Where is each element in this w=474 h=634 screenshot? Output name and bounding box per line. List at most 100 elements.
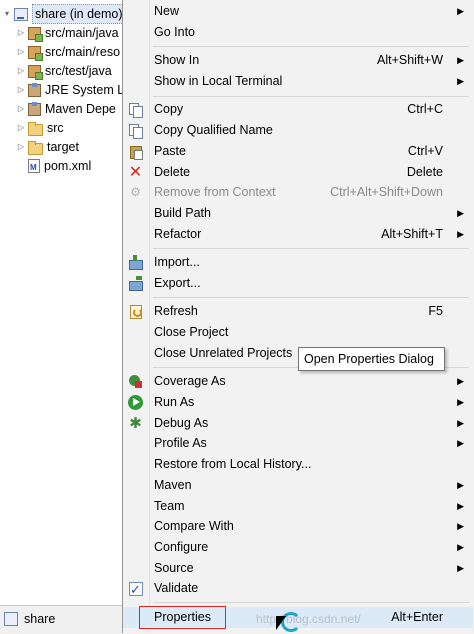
xml-file-icon xyxy=(28,159,40,177)
menu-item-label: Import... xyxy=(154,255,200,269)
menu-item-coverage-as[interactable]: Coverage As ▶ xyxy=(123,371,473,392)
expand-arrow-icon[interactable]: ▷ xyxy=(16,24,26,42)
expand-arrow-icon[interactable]: ▷ xyxy=(16,81,26,99)
delete-icon: ✕ xyxy=(128,164,143,181)
menu-item-label: Show in Local Terminal xyxy=(154,74,283,88)
menu-item-label: Refactor xyxy=(154,227,202,241)
menu-item-validate[interactable]: Validate xyxy=(123,578,473,600)
menu-item-new[interactable]: New ▶ xyxy=(123,1,473,22)
menu-item-copy[interactable]: Copy Ctrl+C xyxy=(123,99,473,120)
menu-item-label: Copy xyxy=(154,102,184,116)
submenu-arrow-icon: ▶ xyxy=(457,376,464,386)
tree-item-label: src xyxy=(47,121,64,135)
menu-item-debug-as[interactable]: ✱ Debug As ▶ xyxy=(123,413,473,434)
tree-item-label: share (in demo) xyxy=(32,4,122,24)
status-selection-label: share xyxy=(24,612,56,626)
menu-item-label: Team xyxy=(154,499,185,513)
menu-item-copy-qualified-name[interactable]: Copy Qualified Name xyxy=(123,120,473,141)
copy-qualified-name-icon xyxy=(128,123,143,139)
menu-item-build-path[interactable]: Build Path ▶ xyxy=(123,203,473,224)
menu-item-label: Source xyxy=(154,561,194,575)
import-icon xyxy=(128,255,143,270)
expand-arrow-icon[interactable]: ▷ xyxy=(16,62,26,80)
menu-item-refresh[interactable]: Refresh F5 xyxy=(123,301,473,322)
menu-item-refactor[interactable]: Refactor Alt+Shift+T ▶ xyxy=(123,224,473,245)
menu-item-close-project[interactable]: Close Project xyxy=(123,322,473,343)
menu-item-show-in[interactable]: Show In Alt+Shift+W ▶ xyxy=(123,50,473,71)
project-explorer: ▾ share (in demo) ▷ src/main/java ▷ src/… xyxy=(0,0,122,605)
expand-arrow-icon[interactable]: ▷ xyxy=(16,43,26,61)
menu-item-maven[interactable]: Maven ▶ xyxy=(123,475,473,496)
tree-item-jre-system-library[interactable]: ▷ JRE System L xyxy=(16,81,122,99)
menu-item-label: Export... xyxy=(154,276,201,290)
menu-item-label: Profile As xyxy=(154,436,207,450)
submenu-arrow-icon: ▶ xyxy=(457,501,464,511)
menu-item-shortcut: Alt+Enter xyxy=(391,610,443,624)
menu-item-team[interactable]: Team ▶ xyxy=(123,496,473,517)
menu-item-shortcut: Delete xyxy=(406,165,443,179)
menu-item-paste[interactable]: Paste Ctrl+V xyxy=(123,141,473,162)
menu-item-label: Close Project xyxy=(154,325,229,339)
library-icon xyxy=(28,101,41,116)
source-folder-icon xyxy=(28,26,43,42)
menu-separator xyxy=(153,96,469,97)
menu-item-compare-with[interactable]: Compare With ▶ xyxy=(123,516,473,537)
menu-item-source[interactable]: Source ▶ xyxy=(123,558,473,579)
submenu-arrow-icon: ▶ xyxy=(457,397,464,407)
expand-arrow-icon[interactable]: ▷ xyxy=(16,119,26,137)
folder-icon xyxy=(28,141,43,155)
menu-item-label: Close Unrelated Projects xyxy=(154,346,293,360)
maven-project-icon xyxy=(4,612,18,626)
remove-context-icon: ⚙ xyxy=(130,185,141,199)
menu-item-configure[interactable]: Configure ▶ xyxy=(123,537,473,558)
tree-item-label: pom.xml xyxy=(44,159,92,173)
context-menu: New ▶ Go Into Show In Alt+Shift+W ▶ Show… xyxy=(122,0,474,633)
menu-item-run-as[interactable]: Run As ▶ xyxy=(123,392,473,413)
menu-item-show-in-local-terminal[interactable]: Show in Local Terminal ▶ xyxy=(123,71,473,92)
submenu-arrow-icon: ▶ xyxy=(457,55,464,65)
maven-project-icon xyxy=(14,7,28,21)
coverage-icon xyxy=(128,374,143,389)
menu-item-label: Copy Qualified Name xyxy=(154,123,273,137)
tree-item-src[interactable]: ▷ src xyxy=(16,119,64,137)
menu-item-label: Properties xyxy=(139,606,226,629)
submenu-arrow-icon: ▶ xyxy=(457,229,464,239)
tree-item-share-project[interactable]: ▾ share (in demo) xyxy=(2,4,122,24)
tree-item-label: src/main/reso xyxy=(45,45,121,59)
submenu-arrow-icon: ▶ xyxy=(457,521,464,531)
menu-item-label: Validate xyxy=(154,581,199,595)
tree-item-label: Maven Depe xyxy=(45,102,116,116)
menu-item-import[interactable]: Import... xyxy=(123,252,473,273)
menu-item-label: Remove from Context xyxy=(154,185,276,199)
submenu-arrow-icon: ▶ xyxy=(457,76,464,86)
tree-item-target[interactable]: ▷ target xyxy=(16,138,79,156)
menu-item-label: Maven xyxy=(154,478,192,492)
expand-arrow-icon[interactable]: ▷ xyxy=(16,138,26,156)
tree-item-label: target xyxy=(47,140,79,154)
collapse-arrow-icon[interactable]: ▾ xyxy=(2,5,12,23)
menu-item-shortcut: Ctrl+V xyxy=(407,144,443,158)
tree-item-maven-dependencies[interactable]: ▷ Maven Depe xyxy=(16,100,116,118)
menu-item-go-into[interactable]: Go Into xyxy=(123,22,473,43)
status-selection: share xyxy=(4,612,55,626)
source-folder-icon xyxy=(28,64,43,80)
menu-item-label: Debug As xyxy=(154,416,209,430)
menu-item-shortcut: Alt+Shift+W xyxy=(377,53,443,67)
menu-item-export[interactable]: Export... xyxy=(123,273,473,294)
tree-item-pom-xml[interactable]: pom.xml xyxy=(16,157,92,177)
menu-item-label: New xyxy=(154,4,180,18)
submenu-arrow-icon: ▶ xyxy=(457,418,464,428)
tree-item-label: JRE System L xyxy=(45,83,122,97)
tree-item-src-main-resources[interactable]: ▷ src/main/reso xyxy=(16,43,120,61)
menu-item-delete[interactable]: ✕ Delete Delete xyxy=(123,162,473,183)
debug-bug-icon: ✱ xyxy=(129,415,142,432)
menu-item-restore-from-local-history[interactable]: Restore from Local History... xyxy=(123,454,473,475)
menu-item-profile-as[interactable]: Profile As ▶ xyxy=(123,433,473,454)
submenu-arrow-icon: ▶ xyxy=(457,438,464,448)
tree-item-src-test-java[interactable]: ▷ src/test/java xyxy=(16,62,112,80)
tree-item-src-main-java[interactable]: ▷ src/main/java xyxy=(16,24,119,42)
menu-item-label: Run As xyxy=(154,395,195,409)
source-folder-icon xyxy=(28,45,43,61)
menu-item-shortcut: Ctrl+Alt+Shift+Down xyxy=(330,185,443,199)
expand-arrow-icon[interactable]: ▷ xyxy=(16,100,26,118)
